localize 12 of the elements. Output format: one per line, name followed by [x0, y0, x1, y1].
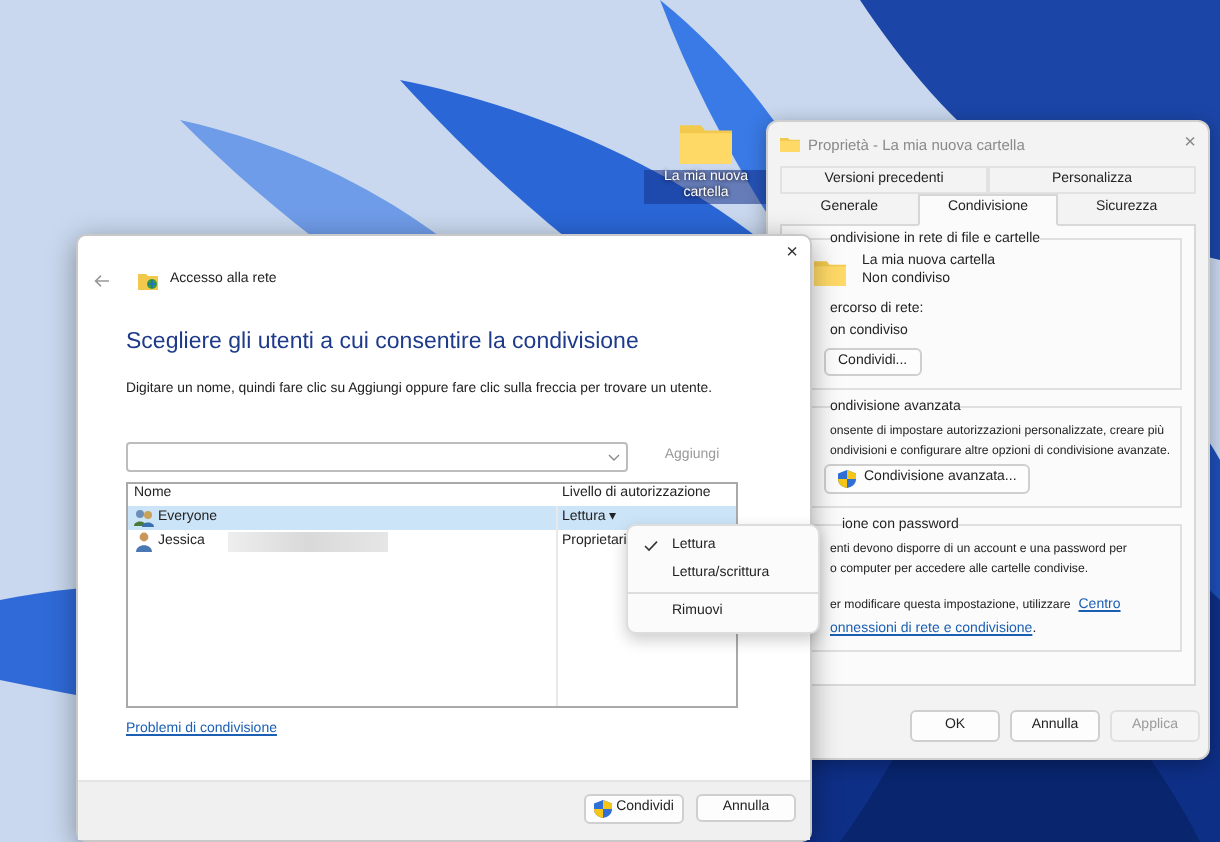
network-folder-icon — [138, 272, 158, 290]
user-icon — [134, 532, 154, 553]
close-button[interactable]: × — [786, 244, 798, 264]
chevron-down-icon — [608, 453, 620, 462]
users-icon — [134, 508, 154, 529]
user-combo-field[interactable] — [126, 442, 628, 473]
back-arrow-icon — [94, 274, 110, 288]
folder-icon — [680, 120, 732, 164]
shield-icon — [838, 470, 856, 489]
dialog-heading: Scegliere gli utenti a cui consentire la condivisione — [126, 330, 641, 358]
folder-icon — [780, 136, 800, 152]
folder-icon — [814, 257, 846, 286]
